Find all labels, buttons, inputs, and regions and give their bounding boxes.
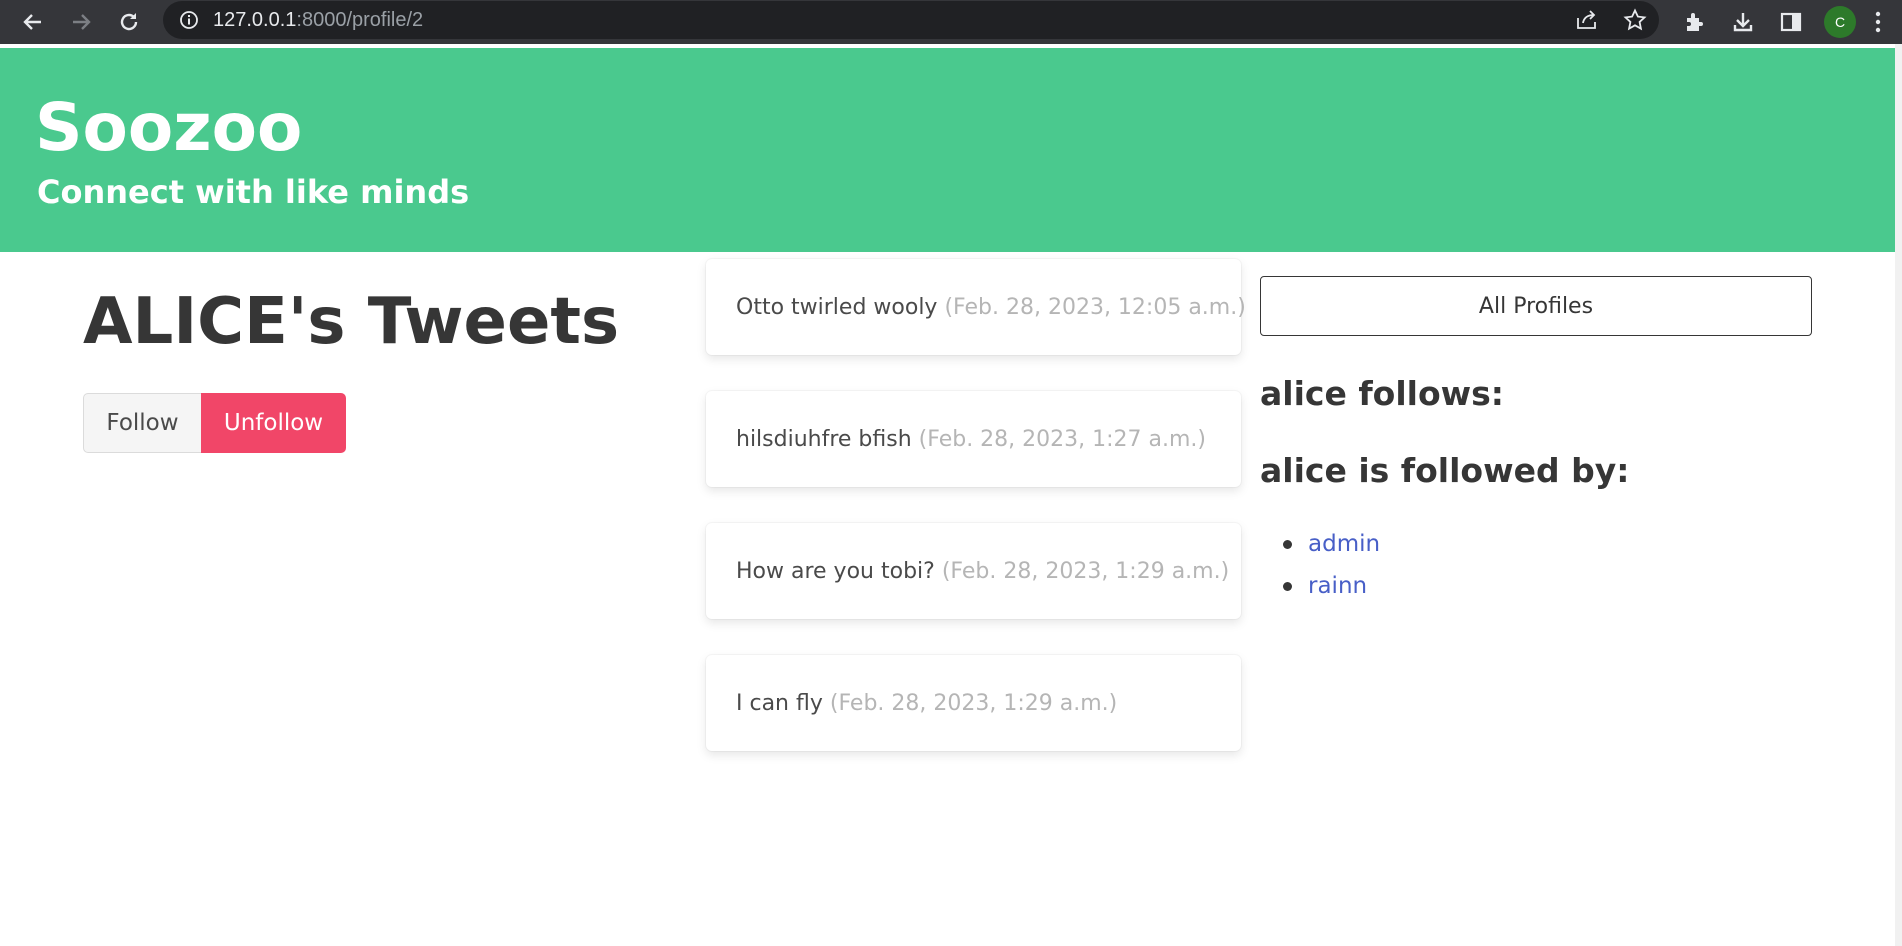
tweet-card: hilsdiuhfre bfish (Feb. 28, 2023, 1:27 a… [706, 391, 1241, 487]
forward-arrow-icon[interactable] [65, 6, 97, 38]
share-icon[interactable] [1575, 9, 1599, 35]
site-subtitle: Connect with like minds [37, 173, 470, 211]
url-host: 127.0.0.1 [213, 9, 297, 31]
tweet-card: How are you tobi? (Feb. 28, 2023, 1:29 a… [706, 523, 1241, 619]
tweet-text: How are you tobi? [736, 558, 935, 584]
address-bar[interactable]: 127.0.0.1:8000/profile/2 [163, 1, 1659, 39]
hero-banner: Soozoo Connect with like minds [0, 48, 1895, 252]
follows-heading: alice follows: [1260, 374, 1504, 413]
all-profiles-button[interactable]: All Profiles [1260, 276, 1812, 336]
back-arrow-icon[interactable] [17, 6, 49, 38]
url-text: 127.0.0.1:8000/profile/2 [213, 9, 423, 32]
tweet-date: (Feb. 28, 2023, 1:29 a.m.) [941, 558, 1230, 584]
browser-toolbar: 127.0.0.1:8000/profile/2 C [0, 0, 1902, 44]
unfollow-button[interactable]: Unfollow [201, 393, 346, 453]
tweet-body: hilsdiuhfre bfish (Feb. 28, 2023, 1:27 a… [736, 427, 1206, 452]
follower-link-rainn[interactable]: rainn [1308, 573, 1367, 599]
list-item: admin [1260, 524, 1380, 566]
tweet-text: hilsdiuhfre bfish [736, 426, 912, 452]
profile-avatar[interactable]: C [1824, 6, 1856, 38]
side-panel-icon[interactable] [1775, 6, 1807, 38]
follower-link-admin[interactable]: admin [1308, 531, 1380, 557]
bullet-icon [1283, 540, 1292, 549]
page-scrollbar[interactable] [1895, 44, 1902, 946]
followers-list: admin rainn [1260, 524, 1380, 608]
tweet-body: How are you tobi? (Feb. 28, 2023, 1:29 a… [736, 559, 1229, 584]
kebab-menu-icon[interactable] [1864, 6, 1892, 38]
list-item: rainn [1260, 566, 1380, 608]
tweet-date: (Feb. 28, 2023, 12:05 a.m.) [944, 294, 1246, 320]
tweet-date: (Feb. 28, 2023, 1:29 a.m.) [829, 690, 1118, 716]
followed-by-heading: alice is followed by: [1260, 451, 1630, 490]
tweet-card: Otto twirled wooly (Feb. 28, 2023, 12:05… [706, 259, 1246, 355]
tweet-date: (Feb. 28, 2023, 1:27 a.m.) [918, 426, 1207, 452]
tweet-body: Otto twirled wooly (Feb. 28, 2023, 12:05… [736, 295, 1246, 320]
info-icon[interactable] [179, 10, 199, 34]
reload-icon[interactable] [113, 6, 145, 38]
url-path: :8000/profile/2 [296, 9, 424, 31]
tweet-body: I can fly (Feb. 28, 2023, 1:29 a.m.) [736, 691, 1117, 716]
bullet-icon [1283, 582, 1292, 591]
tweet-text: I can fly [736, 690, 823, 716]
profile-heading: ALICE's Tweets [83, 285, 620, 359]
follow-button[interactable]: Follow [83, 393, 202, 453]
download-icon[interactable] [1727, 6, 1759, 38]
site-title: Soozoo [35, 89, 303, 166]
tweet-text: Otto twirled wooly [736, 294, 938, 320]
tweet-card: I can fly (Feb. 28, 2023, 1:29 a.m.) [706, 655, 1241, 751]
extensions-icon[interactable] [1679, 6, 1711, 38]
star-icon[interactable] [1623, 8, 1647, 36]
